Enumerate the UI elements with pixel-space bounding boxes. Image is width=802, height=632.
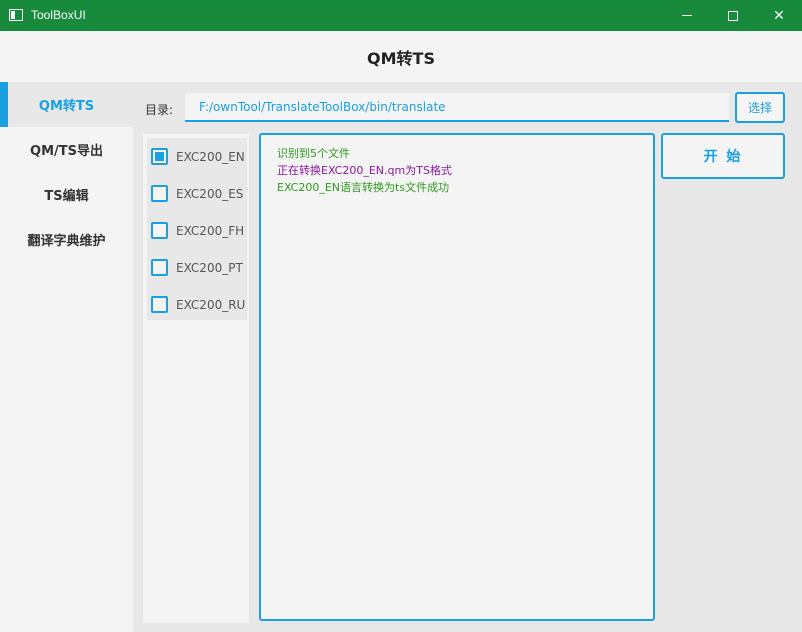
file-checkbox[interactable] bbox=[151, 148, 168, 165]
log-line: 正在转换EXC200_EN.qm为TS格式 bbox=[277, 164, 452, 177]
file-item[interactable]: EXC200_PT bbox=[147, 249, 247, 286]
sidebar-item-ts-edit[interactable]: TS编辑 bbox=[0, 172, 133, 217]
file-checkbox[interactable] bbox=[151, 296, 168, 313]
sidebar: QM转TS QM/TS导出 TS编辑 翻译字典维护 bbox=[0, 82, 133, 632]
log-line: 识别到5个文件 bbox=[277, 147, 350, 160]
sidebar-item-label: 翻译字典维护 bbox=[27, 234, 106, 249]
file-item[interactable]: EXC200_FH bbox=[147, 212, 247, 249]
log-line: EXC200_EN语言转换为ts文件成功 bbox=[277, 181, 450, 194]
file-list-items: EXC200_EN EXC200_ES EXC200_FH EXC200_PT … bbox=[147, 138, 247, 320]
file-name: EXC200_PT bbox=[176, 260, 243, 275]
file-checkbox[interactable] bbox=[151, 222, 168, 239]
close-icon: ✕ bbox=[773, 7, 785, 24]
file-item[interactable]: EXC200_RU bbox=[147, 286, 247, 323]
file-item[interactable]: EXC200_EN bbox=[147, 138, 247, 175]
start-button[interactable]: 开 始 bbox=[661, 133, 785, 179]
file-name: EXC200_RU bbox=[176, 297, 246, 312]
directory-input[interactable] bbox=[185, 93, 729, 122]
choose-button[interactable]: 选择 bbox=[735, 92, 785, 123]
page-title: QM转TS bbox=[367, 48, 435, 68]
file-checkbox[interactable] bbox=[151, 185, 168, 202]
minimize-icon bbox=[682, 15, 692, 16]
app-icon bbox=[9, 9, 23, 21]
file-list: EXC200_EN EXC200_ES EXC200_FH EXC200_PT … bbox=[143, 134, 249, 623]
file-checkbox[interactable] bbox=[151, 259, 168, 276]
maximize-icon bbox=[728, 10, 738, 21]
sidebar-item-qm-ts-export[interactable]: QM/TS导出 bbox=[0, 127, 133, 172]
file-name: EXC200_FH bbox=[176, 223, 245, 238]
main-panel: 目录: 选择 EXC200_EN EXC200_ES EXC200_FH EXC… bbox=[133, 82, 802, 632]
window-title: ToolBoxUI bbox=[31, 8, 86, 22]
minimize-button[interactable] bbox=[664, 0, 710, 31]
close-button[interactable]: ✕ bbox=[756, 0, 802, 31]
sidebar-item-label: QM转TS bbox=[38, 99, 95, 114]
sidebar-item-label: TS编辑 bbox=[44, 189, 89, 204]
maximize-button[interactable] bbox=[710, 0, 756, 31]
file-name: EXC200_ES bbox=[176, 186, 244, 201]
sidebar-item-dictionary[interactable]: 翻译字典维护 bbox=[0, 217, 133, 262]
log-output[interactable]: 识别到5个文件 正在转换EXC200_EN.qm为TS格式 EXC200_EN语… bbox=[259, 133, 655, 621]
title-bar: ToolBoxUI ✕ bbox=[0, 0, 802, 31]
file-name: EXC200_EN bbox=[176, 149, 245, 164]
file-item[interactable]: EXC200_ES bbox=[147, 175, 247, 212]
sidebar-item-label: QM/TS导出 bbox=[30, 144, 103, 159]
directory-label: 目录: bbox=[145, 103, 174, 117]
sidebar-item-qm-to-ts[interactable]: QM转TS bbox=[0, 82, 133, 127]
page-header: QM转TS bbox=[0, 31, 802, 82]
